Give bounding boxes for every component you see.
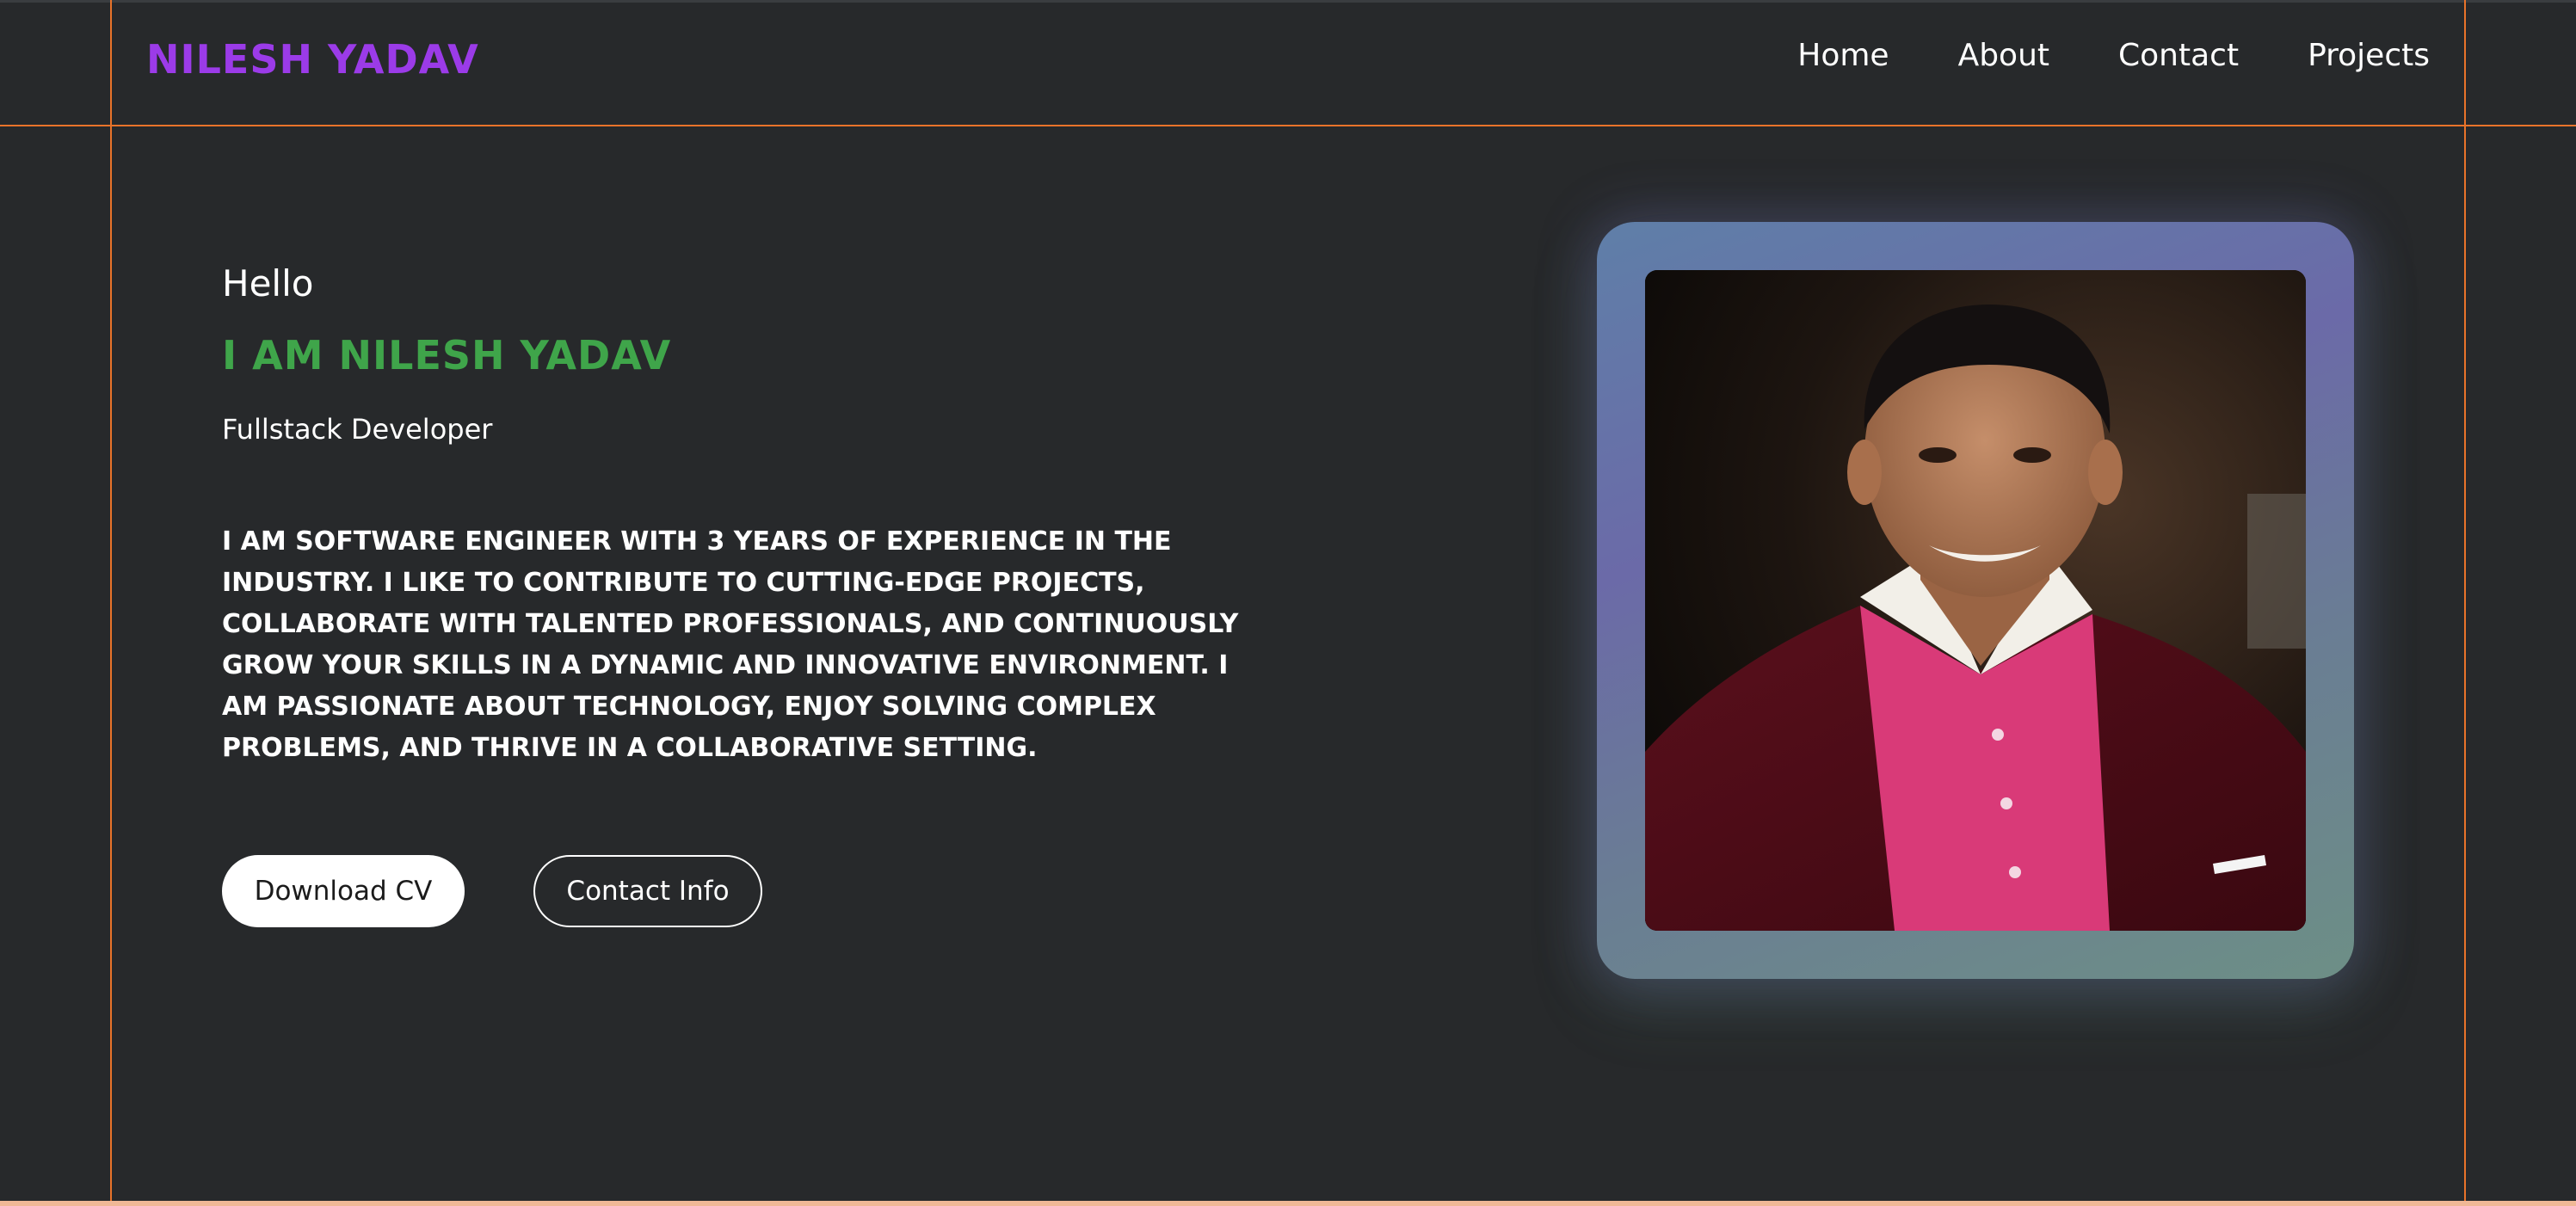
- hero-greeting: Hello: [222, 262, 314, 305]
- hero-bio: I AM SOFTWARE ENGINEER WITH 3 YEARS OF E…: [222, 526, 1239, 763]
- header-divider: [0, 125, 2576, 126]
- right-guide-line: [2464, 0, 2466, 1206]
- nav-contact[interactable]: Contact: [2118, 38, 2239, 73]
- profile-portrait-illustration: [1645, 270, 2306, 931]
- page-bottom-border: [0, 1201, 2576, 1206]
- hero-name: I AM NILESH YADAV: [222, 332, 672, 378]
- profile-photo-frame: [1597, 222, 2354, 979]
- portfolio-page: NILESH YADAV Home About Contact Projects…: [0, 0, 2576, 1206]
- download-cv-button[interactable]: Download CV: [222, 855, 465, 927]
- nav-about[interactable]: About: [1958, 38, 2049, 73]
- hero-intro: Hello I AM NILESH YADAV Fullstack Develo…: [222, 262, 1272, 769]
- left-guide-line: [110, 0, 112, 1206]
- nav-projects[interactable]: Projects: [2308, 38, 2430, 73]
- nav-home[interactable]: Home: [1797, 38, 1889, 73]
- site-header: NILESH YADAV Home About Contact Projects: [0, 0, 2576, 125]
- hero-role: Fullstack Developer: [222, 413, 493, 446]
- hero-actions: Download CV Contact Info: [222, 855, 762, 927]
- profile-photo: [1645, 270, 2306, 931]
- site-logo[interactable]: NILESH YADAV: [146, 36, 479, 83]
- contact-info-button[interactable]: Contact Info: [533, 855, 762, 927]
- main-nav: Home About Contact Projects: [1797, 38, 2430, 73]
